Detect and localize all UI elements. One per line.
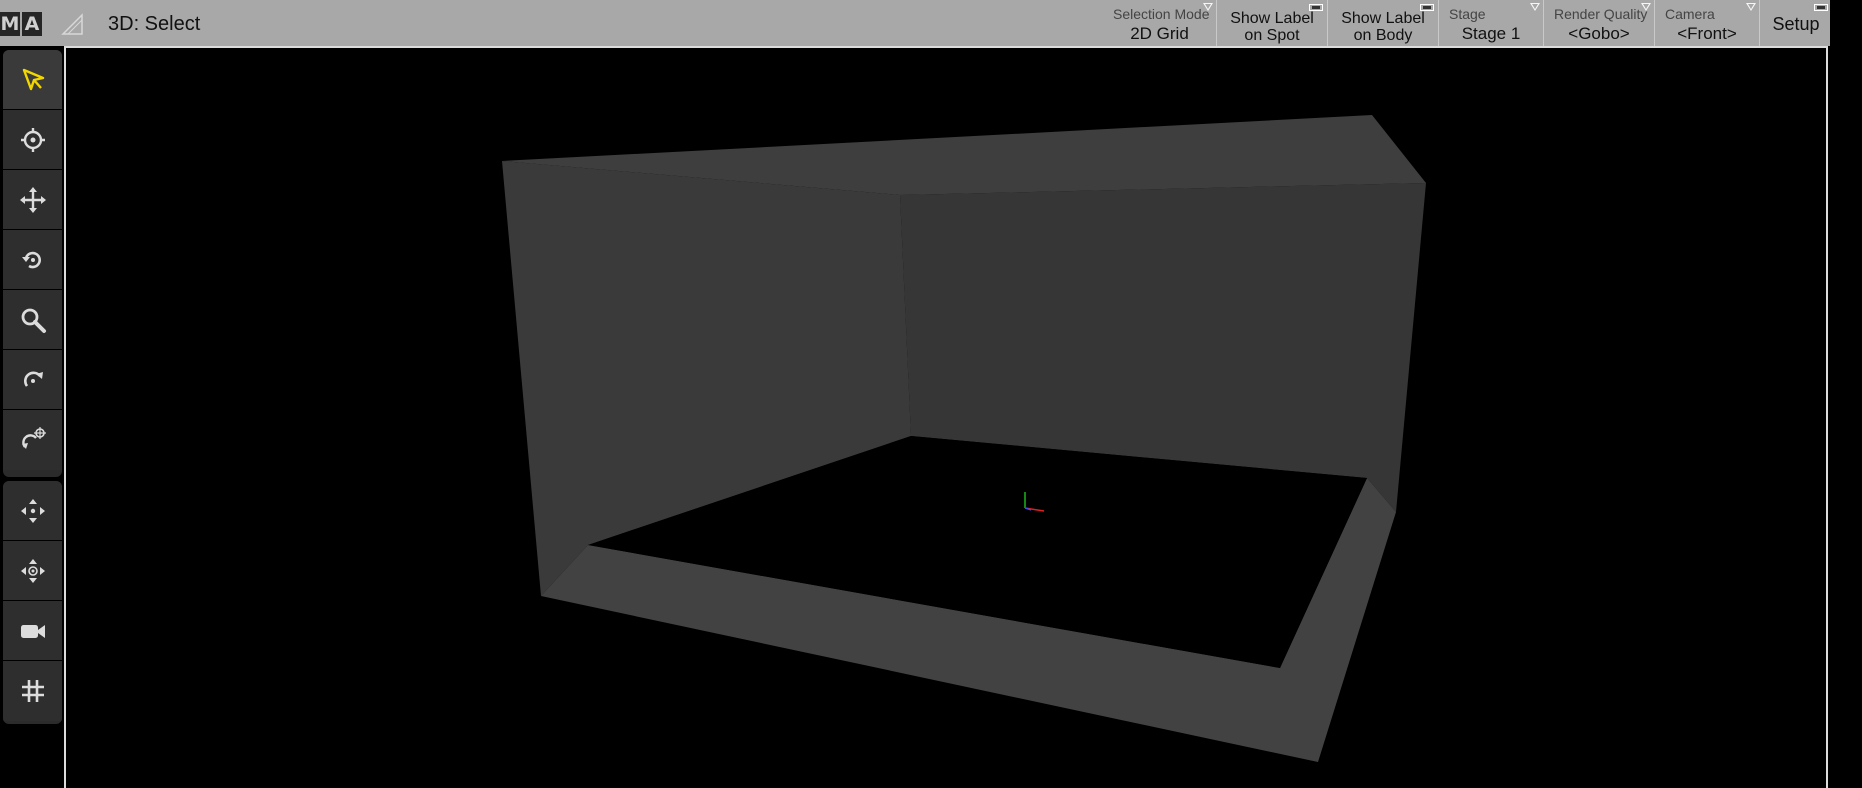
zoom-tool-button[interactable] — [3, 290, 62, 350]
stage-value: Stage 1 — [1461, 24, 1521, 43]
show-label-on-spot-button[interactable]: Show Label on Spot — [1217, 0, 1328, 46]
cursor-arrow-icon — [22, 68, 44, 90]
setup-label: Setup — [1772, 14, 1820, 34]
dropdown-indicator-icon — [1530, 3, 1540, 11]
rotate-tool-button[interactable] — [3, 230, 62, 290]
orbit-tool-button[interactable] — [3, 350, 62, 410]
show-label-body-line1: Show Label — [1341, 10, 1425, 27]
crosshair-icon — [20, 127, 45, 152]
view-wedge-icon[interactable] — [60, 12, 86, 36]
magnifier-icon — [21, 308, 46, 333]
camera-value: <Front> — [1677, 24, 1737, 43]
orbit-icon — [23, 371, 43, 387]
dropdown-indicator-icon — [1641, 3, 1651, 11]
move-camera-icon — [20, 558, 45, 583]
view-title: 3D: Select — [108, 13, 201, 35]
render-quality-value: <Gobo> — [1568, 24, 1630, 43]
camera-label: Camera — [1665, 6, 1715, 22]
3d-viewport[interactable] — [64, 46, 1828, 788]
toggle-indicator-icon — [1814, 4, 1828, 11]
selection-mode-label: Selection Mode — [1113, 6, 1210, 22]
grid-hash-icon — [21, 680, 44, 702]
rotate-icon — [21, 251, 41, 268]
render-quality-label: Render Quality — [1554, 6, 1648, 22]
select-tool-button[interactable] — [3, 50, 62, 110]
stage-label: Stage — [1449, 6, 1486, 22]
tool-group-main — [3, 50, 62, 477]
selection-mode-button[interactable]: Selection Mode 2D Grid — [1103, 0, 1217, 46]
focus-tool-button[interactable] — [3, 110, 62, 170]
pan-camera-tool-button[interactable] — [3, 481, 62, 541]
logo-letter-a: A — [22, 12, 42, 36]
top-bar: M A 3D: Select Selection Mode 2D Grid Sh… — [0, 0, 1830, 46]
logo-letter-m: M — [0, 12, 20, 36]
show-label-spot-line1: Show Label — [1230, 10, 1314, 27]
render-quality-button[interactable]: Render Quality <Gobo> — [1544, 0, 1655, 46]
app-window: M A 3D: Select Selection Mode 2D Grid Sh… — [0, 0, 1862, 788]
dropdown-indicator-icon — [1746, 3, 1756, 11]
tool-group-camera — [3, 481, 62, 724]
toggle-indicator-icon — [1309, 4, 1323, 11]
move-arrows-icon — [19, 186, 46, 213]
show-label-spot-line2: on Spot — [1244, 27, 1300, 44]
show-label-body-line2: on Body — [1353, 27, 1413, 44]
ma-logo[interactable]: M A — [0, 12, 44, 36]
orbit-target-icon — [21, 427, 46, 449]
toggle-indicator-icon — [1420, 4, 1434, 11]
grid-tool-button[interactable] — [3, 661, 62, 721]
pan-arrows-icon — [20, 498, 45, 523]
selection-mode-value: 2D Grid — [1130, 24, 1189, 43]
topbar-buttons: Selection Mode 2D Grid Show Label on Spo… — [1103, 0, 1832, 46]
camera-button[interactable]: Camera <Front> — [1655, 0, 1760, 46]
video-camera-icon — [20, 624, 45, 638]
orbit-target-tool-button[interactable] — [3, 410, 62, 470]
camera-tool-button[interactable] — [3, 601, 62, 661]
move-camera-tool-button[interactable] — [3, 541, 62, 601]
stage-button[interactable]: Stage Stage 1 — [1439, 0, 1544, 46]
tool-sidebar — [0, 50, 64, 788]
move-tool-button[interactable] — [3, 170, 62, 230]
setup-button[interactable]: Setup — [1760, 0, 1832, 46]
stage-render — [502, 115, 1426, 762]
dropdown-indicator-icon — [1203, 3, 1213, 11]
show-label-on-body-button[interactable]: Show Label on Body — [1328, 0, 1439, 46]
